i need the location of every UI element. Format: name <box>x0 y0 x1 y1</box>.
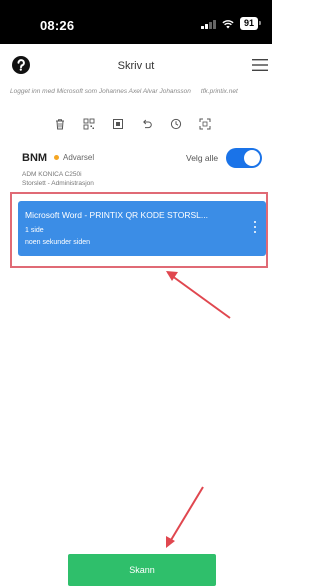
app-header: Skriv ut <box>0 44 272 86</box>
delete-button[interactable] <box>53 117 67 131</box>
status-time: 08:26 <box>40 18 75 33</box>
signal-icon <box>201 19 216 29</box>
printer-model: ADM KONICA C250i <box>22 171 82 178</box>
select-all-toggle[interactable] <box>226 148 262 168</box>
login-info: Logget inn med Microsoft som Johannes Ax… <box>10 88 272 95</box>
printer-status: Advarsel <box>54 153 94 162</box>
login-info-text: Logget inn med Microsoft som Johannes Ax… <box>10 88 191 95</box>
toggle-knob <box>244 150 260 166</box>
login-domain: tfk.printix.net <box>200 88 238 95</box>
job-time: noen sekunder siden <box>25 239 90 246</box>
status-icons: 91 <box>201 17 262 30</box>
job-pages: 1 side <box>25 227 44 234</box>
print-button[interactable] <box>111 117 125 131</box>
undo-button[interactable] <box>140 117 154 131</box>
page-title: Skriv ut <box>117 60 155 72</box>
undo-icon <box>143 119 152 129</box>
wifi-icon <box>222 19 234 28</box>
print-job-card[interactable]: Microsoft Word - PRINTIX QR KODE STORSL.… <box>18 201 266 256</box>
job-toolbar <box>53 117 212 131</box>
printer-location: Storslett - Administrasjon <box>22 180 94 187</box>
qr-code-icon <box>83 118 95 130</box>
select-all-label: Velg alle <box>186 153 219 163</box>
printer-name: BNM <box>22 152 48 164</box>
hamburger-menu-icon[interactable] <box>252 58 268 72</box>
clock-icon <box>170 118 182 130</box>
more-options-icon[interactable] <box>253 221 256 233</box>
battery-icon: 91 <box>239 17 262 30</box>
warning-dot-icon <box>54 155 59 160</box>
job-title: Microsoft Word - PRINTIX QR KODE STORSL.… <box>25 210 208 220</box>
history-button[interactable] <box>169 117 183 131</box>
printer-status-text: Advarsel <box>63 153 95 162</box>
scan-button[interactable]: Skann <box>68 554 216 586</box>
scan-icon <box>199 118 211 130</box>
print-icon <box>113 119 123 129</box>
status-bar: 08:26 91 <box>0 0 272 44</box>
annotation-arrow-job <box>166 271 231 319</box>
scan-tool-button[interactable] <box>198 117 212 131</box>
annotation-arrow-scan <box>166 486 204 548</box>
qr-code-button[interactable] <box>82 117 96 131</box>
trash-icon <box>56 119 64 130</box>
